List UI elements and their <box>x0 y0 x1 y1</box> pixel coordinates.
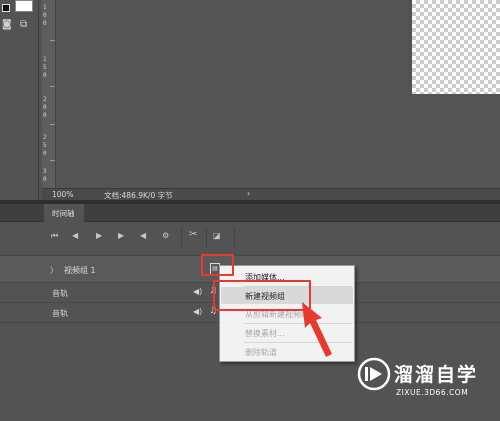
status-menu-arrow[interactable]: › <box>247 189 250 198</box>
watermark-logo-icon <box>357 357 391 391</box>
ruler-label: 1 <box>43 4 47 11</box>
ruler-label: 0 <box>43 12 47 19</box>
zoom-level[interactable]: 100% <box>52 190 73 199</box>
ruler-label: 2 <box>43 96 47 103</box>
audio-toggle-icon[interactable]: ◀ <box>140 231 146 240</box>
ruler-label: 1 <box>43 56 47 63</box>
video-group-label: 视频组 1 <box>64 266 96 275</box>
watermark-title: 溜溜自学 <box>394 364 479 386</box>
ruler-label: 0 <box>43 20 47 27</box>
play-icon[interactable]: ▶ <box>96 231 102 240</box>
controls-divider <box>206 228 207 248</box>
split-clip-icon[interactable]: ✂ <box>189 229 197 240</box>
ruler-tick <box>50 160 55 161</box>
highlight-box-icon <box>201 254 234 276</box>
ruler-tick <box>50 124 55 125</box>
next-frame-icon[interactable]: ▶ <box>118 231 124 240</box>
transparent-canvas[interactable] <box>412 0 500 94</box>
audio-track-label: 音轨 <box>52 309 68 318</box>
highlight-box-menu-item <box>213 280 311 311</box>
status-bar: 100% 文档:486.9K/0 字节 › <box>42 188 500 200</box>
ruler-label: 0 <box>43 150 47 157</box>
ruler-label: 2 <box>43 134 47 141</box>
ruler-tick <box>50 40 55 41</box>
timeline-controls: ⏮ ◀ ▶ ▶ ◀ ⚙ ✂ ◪ <box>0 222 500 254</box>
vertical-ruler: 1 0 0 1 5 0 2 0 0 2 5 0 3 0 <box>42 0 56 188</box>
controls-divider <box>181 228 182 248</box>
screen-mode-icon[interactable]: ⧉ <box>20 20 27 30</box>
expand-arrow-icon[interactable]: 〉 <box>50 265 58 276</box>
speaker-icon[interactable]: ◀) <box>193 307 202 316</box>
foreground-color-swatch[interactable] <box>2 4 10 12</box>
quick-mask-icon[interactable]: ◙ <box>2 20 12 30</box>
tools-panel: ◙ ⧉ <box>0 0 36 200</box>
ruler-label: 5 <box>43 142 47 149</box>
transition-icon[interactable]: ◪ <box>213 231 221 240</box>
background-color-swatch[interactable] <box>15 0 33 12</box>
goto-first-frame-icon[interactable]: ⏮ <box>51 231 58 241</box>
ruler-label: 5 <box>43 64 47 71</box>
settings-icon[interactable]: ⚙ <box>162 231 169 240</box>
controls-divider <box>234 228 235 248</box>
ruler-label: 3 <box>43 168 47 175</box>
audio-track-label: 音轨 <box>52 289 68 298</box>
red-pointer-arrow-icon <box>302 302 332 357</box>
previous-frame-icon[interactable]: ◀ <box>72 231 78 240</box>
tab-timeline[interactable]: 时间轴 <box>44 204 84 222</box>
ruler-label: 0 <box>43 176 47 183</box>
speaker-icon[interactable]: ◀) <box>193 287 202 296</box>
toolbar-divider <box>38 0 39 200</box>
ruler-tick <box>50 86 55 87</box>
ruler-label: 0 <box>43 104 47 111</box>
document-canvas-area[interactable] <box>56 0 500 188</box>
watermark-url: ZIXUE.3D66.COM <box>396 388 469 397</box>
ruler-label: 0 <box>43 72 47 79</box>
watermark: 溜溜自学 ZIXUE.3D66.COM <box>352 352 500 421</box>
panel-tab-bar: 时间轴 <box>0 204 500 222</box>
ruler-label: 0 <box>43 112 47 119</box>
